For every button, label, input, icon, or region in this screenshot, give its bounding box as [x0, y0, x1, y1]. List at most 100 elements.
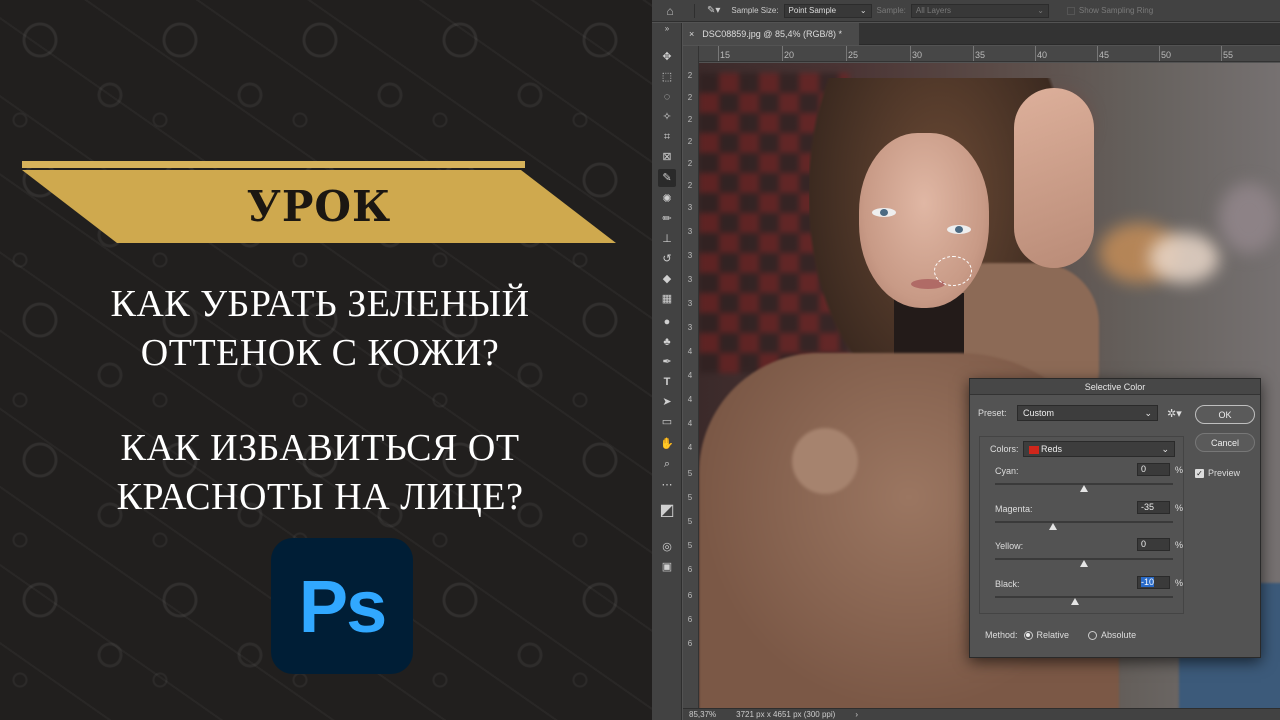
separator	[694, 3, 695, 18]
absolute-radio[interactable]	[1088, 630, 1098, 640]
hand	[1014, 88, 1094, 268]
slider-value-input[interactable]: -35	[1137, 501, 1170, 514]
relative-label: Relative	[1036, 630, 1070, 640]
slider-track[interactable]	[995, 596, 1173, 598]
ruler-label: 30	[909, 46, 923, 61]
selection-marquee[interactable]	[934, 256, 972, 286]
zoom-tool-icon[interactable]: ⌕	[658, 455, 676, 473]
ruler-label: 4	[687, 371, 693, 380]
collapse-icon[interactable]: »	[658, 24, 676, 34]
sample-value: All Layers	[915, 6, 952, 15]
home-icon[interactable]: ⌂	[652, 4, 688, 18]
ruler-label: 15	[717, 46, 731, 61]
chevron-right-icon[interactable]: ›	[855, 710, 858, 719]
sample-size-select[interactable]: Point Sample ⌄	[783, 3, 872, 18]
type-tool-icon[interactable]: T	[658, 373, 676, 391]
slider-thumb[interactable]	[1048, 523, 1057, 530]
history-brush-icon[interactable]: ↺	[658, 250, 676, 268]
slider-thumb[interactable]	[1080, 485, 1088, 492]
eyedropper-tool-icon[interactable]: ✎	[658, 169, 676, 187]
slider-value-input[interactable]: -10	[1137, 576, 1170, 589]
zoom-level[interactable]: 85,37%	[689, 710, 716, 719]
colors-value: Reds	[1041, 444, 1063, 454]
clone-stamp-icon[interactable]: ⊥	[658, 230, 676, 248]
hand-tool-icon[interactable]: ✋	[658, 435, 676, 453]
ruler-label: 35	[972, 46, 986, 61]
ruler-label: 25	[845, 46, 859, 61]
slider-value-input[interactable]: 0	[1137, 463, 1170, 476]
slider-label: Magenta:	[995, 504, 1033, 514]
close-icon[interactable]: ×	[689, 29, 694, 39]
slider-thumb[interactable]	[1080, 560, 1088, 567]
brush-tool-icon[interactable]: ✏	[658, 210, 676, 228]
logo-text: Ps	[298, 564, 388, 648]
selective-color-dialog: Selective Color Preset: Custom ⌄ ✲▾ OK C…	[969, 378, 1261, 658]
dodge-tool-icon[interactable]: ♣	[658, 333, 676, 351]
ruler-label: 40	[1034, 46, 1048, 61]
color-swatches-icon[interactable]: ◩	[658, 496, 676, 530]
eyedropper-preset-icon[interactable]: ✎▾	[707, 5, 720, 16]
ok-button[interactable]: OK	[1195, 405, 1255, 424]
eraser-tool-icon[interactable]: ◆	[658, 270, 676, 288]
pen-tool-icon[interactable]: ✒	[658, 353, 676, 371]
preset-row: Preset: Custom ⌄ ✲▾	[978, 405, 1182, 421]
rectangle-tool-icon[interactable]: ▭	[658, 413, 676, 431]
options-bar: ⌂ ✎▾ Sample Size: Point Sample ⌄ Sample:…	[652, 0, 1280, 22]
eye	[872, 208, 896, 217]
ruler-label: 3	[687, 323, 693, 332]
cancel-button[interactable]: Cancel	[1195, 433, 1255, 452]
blur-tool-icon[interactable]: ●	[658, 313, 676, 331]
healing-brush-icon[interactable]: ✺	[658, 190, 676, 208]
marquee-tool-icon[interactable]: ⬚	[658, 68, 676, 86]
sample-label: Sample:	[876, 6, 906, 15]
colors-select[interactable]: Reds ⌄	[1023, 441, 1175, 457]
slider-label: Yellow:	[995, 541, 1024, 551]
relative-radio[interactable]	[1023, 630, 1033, 640]
headline-line: КАК ИЗБАВИТЬСЯ ОТ	[120, 427, 520, 469]
status-bar: 85,37% 3721 px x 4651 px (300 ppi) ›	[683, 708, 1280, 720]
chevron-down-icon: ⌄	[859, 6, 867, 15]
slider-track[interactable]	[995, 521, 1173, 523]
ruler-label: 3	[687, 275, 693, 284]
more-tools-icon[interactable]: ⋯	[658, 476, 676, 494]
show-ring-checkbox[interactable]	[1066, 6, 1075, 15]
frame-tool-icon[interactable]: ⊠	[658, 148, 676, 166]
screen-mode-icon[interactable]: ▣	[658, 558, 676, 576]
document-tab[interactable]: × DSC08859.jpg @ 85,4% (RGB/8) *	[683, 23, 859, 45]
preview-checkbox[interactable]: ✓	[1195, 468, 1204, 478]
ruler-label: 5	[687, 517, 693, 526]
crop-tool-icon[interactable]: ⌗	[658, 128, 676, 146]
move-tool-icon[interactable]: ✥	[658, 48, 676, 66]
magic-wand-icon[interactable]: ✧	[658, 108, 676, 126]
red-swatch-icon	[1029, 445, 1039, 454]
black-slider: Black: -10 %	[988, 576, 1183, 613]
eye	[947, 225, 971, 234]
ruler-label: 2	[687, 115, 693, 124]
headline-line: КРАСНОТЫ НА ЛИЦЕ?	[116, 476, 524, 518]
bokeh-light	[1219, 183, 1279, 253]
method-row: Method: Relative Absolute	[985, 630, 1136, 640]
gradient-tool-icon[interactable]: ▦	[658, 290, 676, 308]
sample-size-label: Sample Size:	[731, 6, 779, 15]
cyan-slider: Cyan: 0 %	[988, 463, 1183, 500]
slider-value-input[interactable]: 0	[1137, 538, 1170, 551]
bokeh-light	[1149, 233, 1219, 283]
slider-thumb[interactable]	[1071, 598, 1080, 605]
preset-select[interactable]: Custom ⌄	[1017, 405, 1158, 421]
tools-panel: » ✥ ⬚ ◌ ✧ ⌗ ⊠ ✎ ✺ ✏ ⊥ ↺ ◆ ▦ ● ♣ ✒ T ➤ ▭ …	[652, 23, 682, 720]
chevron-down-icon: ⌄	[1161, 443, 1169, 454]
quick-mask-icon[interactable]: ◎	[658, 538, 676, 556]
lasso-tool-icon[interactable]: ◌	[658, 88, 676, 106]
headline-redness: КАК ИЗБАВИТЬСЯ ОТ КРАСНОТЫ НА ЛИЦЕ?	[60, 424, 580, 522]
preview-row: ✓ Preview	[1195, 468, 1240, 478]
percent-sign: %	[1175, 503, 1184, 513]
colors-label: Colors:	[990, 444, 1019, 454]
path-select-icon[interactable]: ➤	[658, 393, 676, 411]
sample-select[interactable]: All Layers ⌄	[910, 3, 1049, 18]
dialog-title[interactable]: Selective Color	[970, 379, 1260, 395]
ruler-label: 4	[687, 395, 693, 404]
chevron-down-icon: ⌄	[1037, 6, 1044, 15]
gear-icon[interactable]: ✲▾	[1167, 407, 1182, 420]
color-adjust-group: Colors: Reds ⌄ Cyan: 0 % Magenta: -35 %	[979, 436, 1184, 614]
show-ring-label: Show Sampling Ring	[1078, 6, 1154, 15]
